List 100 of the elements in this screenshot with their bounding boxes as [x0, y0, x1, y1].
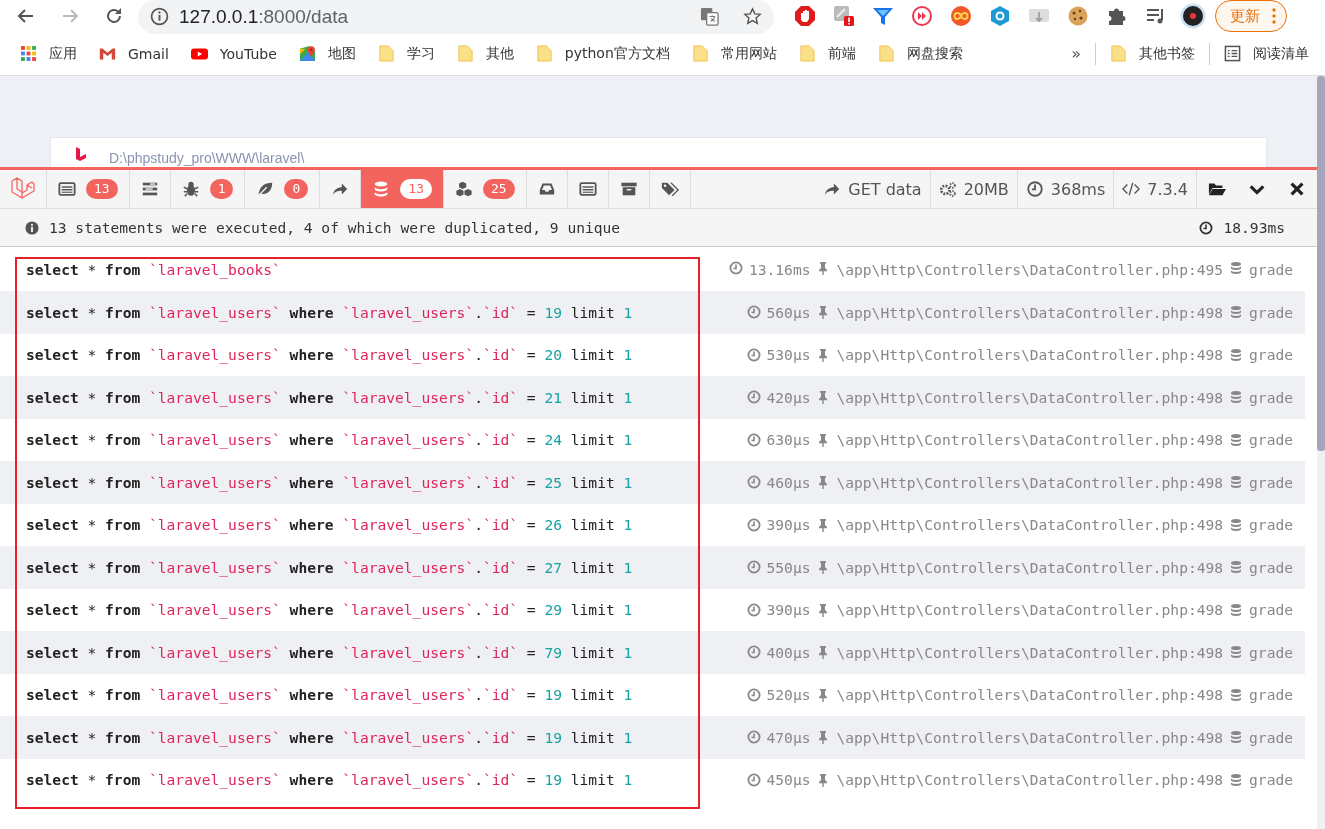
bookmark-item[interactable]: YouTube: [190, 45, 277, 62]
more-icon: [1272, 8, 1276, 24]
connection-text: grade: [1249, 643, 1293, 661]
bookmark-item[interactable]: 学习: [377, 44, 435, 63]
stop-hand-icon[interactable]: [794, 5, 816, 27]
funnel-icon[interactable]: [872, 5, 894, 27]
sql-statement: select * from `laravel_users` where `laravel_users`.`id` = 25 limit 1: [26, 473, 633, 491]
connection-text: grade: [1249, 473, 1293, 491]
code-icon: [1122, 180, 1141, 198]
database-icon: [1229, 517, 1244, 532]
tags-icon: [660, 180, 679, 198]
clock-icon: [746, 560, 761, 575]
source-text: \app\Http\Controllers\DataController.php:498: [836, 388, 1224, 406]
clock-icon: [746, 687, 761, 702]
bookmark-item[interactable]: 网盘搜索: [877, 44, 963, 63]
bookmark-label: YouTube: [219, 45, 277, 62]
folder-icon: [691, 45, 709, 62]
indicator-text: GET data: [848, 179, 922, 199]
connection-text: grade: [1249, 601, 1293, 619]
indicator-text: 368ms: [1050, 179, 1106, 199]
connection-text: grade: [1249, 303, 1293, 321]
duration-text: 460μs: [766, 473, 811, 491]
clock-icon: [746, 390, 761, 405]
bookmark-item[interactable]: 地图: [298, 44, 356, 63]
alert-extension-icon[interactable]: [833, 5, 855, 27]
bookmark-item[interactable]: 其他书签: [1110, 44, 1195, 63]
database-icon: [1229, 347, 1244, 362]
duration-text: 450μs: [766, 771, 811, 789]
connection-text: grade: [1249, 388, 1293, 406]
sql-statement: select * from `laravel_users` where `laravel_users`.`id` = 20 limit 1: [26, 346, 633, 364]
sql-statement: select * from `laravel_users` where `laravel_users`.`id` = 19 limit 1: [26, 686, 633, 704]
fast-forward-icon[interactable]: [911, 5, 933, 27]
video-play-icon: [190, 45, 208, 62]
folder-icon: [456, 45, 474, 62]
database-icon: [1229, 772, 1244, 787]
bars-icon: [140, 180, 159, 198]
database-icon: [1229, 305, 1244, 320]
connection-text: grade: [1249, 516, 1293, 534]
profile-avatar-icon[interactable]: [1180, 3, 1206, 29]
infinity-icon[interactable]: [950, 5, 972, 27]
clock-icon: [746, 305, 761, 320]
bookmark-item[interactable]: Gmail: [99, 45, 169, 62]
clock-icon: [746, 645, 761, 660]
count-badge: 13: [400, 179, 432, 199]
bookmark-item[interactable]: 常用网站: [691, 44, 777, 63]
reload-button[interactable]: [104, 6, 124, 26]
database-icon: [1229, 390, 1244, 405]
reading-list-button[interactable]: 阅读清单: [1224, 44, 1309, 63]
info-icon: [150, 7, 169, 26]
count-badge: 25: [482, 179, 515, 199]
connection-text: grade: [1249, 346, 1293, 364]
sql-statement: select * from `laravel_users` where `laravel_users`.`id` = 19 limit 1: [26, 771, 633, 789]
more-bookmarks-button[interactable]: »: [1071, 44, 1081, 63]
info-icon: [25, 220, 39, 235]
sql-statement: select * from `laravel_books`: [26, 261, 281, 278]
apps-grid-icon: [20, 45, 37, 62]
archive-icon: [619, 180, 638, 198]
bookmark-item[interactable]: 前端: [798, 44, 856, 63]
sql-statement: select * from `laravel_users` where `laravel_users`.`id` = 24 limit 1: [26, 431, 633, 449]
bookmark-label: 其他书签: [1139, 44, 1195, 63]
clock-icon: [1199, 220, 1214, 235]
cookie-icon[interactable]: [1067, 5, 1089, 27]
reading-list-label: 阅读清单: [1253, 44, 1309, 63]
bookmark-label: 前端: [827, 44, 856, 63]
count-badge: 13: [86, 179, 118, 199]
bookmark-label: 应用: [49, 44, 77, 63]
count-badge: 0: [284, 179, 309, 199]
total-time-text: 18.93ms: [1223, 219, 1285, 236]
bookmark-item[interactable]: 应用: [20, 44, 77, 63]
bookmark-item[interactable]: 其他: [456, 44, 514, 63]
folder-icon: [798, 45, 816, 62]
bug-icon: [181, 180, 200, 198]
close-icon: [1288, 180, 1306, 198]
folder-icon: [877, 45, 895, 62]
scrollbar-thumb[interactable]: [1317, 76, 1325, 451]
bookmark-label: 学习: [406, 44, 435, 63]
bookmark-label: python官方文档: [564, 44, 670, 63]
clock-icon: [746, 730, 761, 745]
connection-text: grade: [1249, 728, 1293, 746]
hexagon-icon[interactable]: [989, 5, 1011, 27]
map-pin-icon: [298, 45, 316, 62]
bookmark-label: 常用网站: [720, 44, 777, 63]
duration-text: 470μs: [766, 728, 811, 746]
translate-icon[interactable]: [700, 7, 719, 26]
star-icon[interactable]: [743, 7, 762, 26]
folder-icon: [535, 45, 553, 62]
connection-text: grade: [1249, 431, 1293, 449]
duration-text: 390μs: [766, 601, 811, 619]
mail-envelope-icon: [99, 45, 116, 62]
address-bar[interactable]: 127.0.0.1:8000/data: [138, 0, 774, 34]
source-text: \app\Http\Controllers\DataController.php:498: [836, 601, 1224, 619]
duration-text: 630μs: [766, 431, 811, 449]
source-text: \app\Http\Controllers\DataController.php:498: [836, 346, 1224, 364]
list-icon: [1224, 45, 1241, 62]
indicator-text: 20MB: [963, 179, 1009, 199]
duration-text: 420μs: [766, 388, 811, 406]
count-badge: 1: [209, 179, 234, 199]
list-icon: [58, 180, 76, 198]
bookmark-item[interactable]: python官方文档: [535, 44, 670, 63]
indicator-text: 7.3.4: [1147, 179, 1188, 199]
